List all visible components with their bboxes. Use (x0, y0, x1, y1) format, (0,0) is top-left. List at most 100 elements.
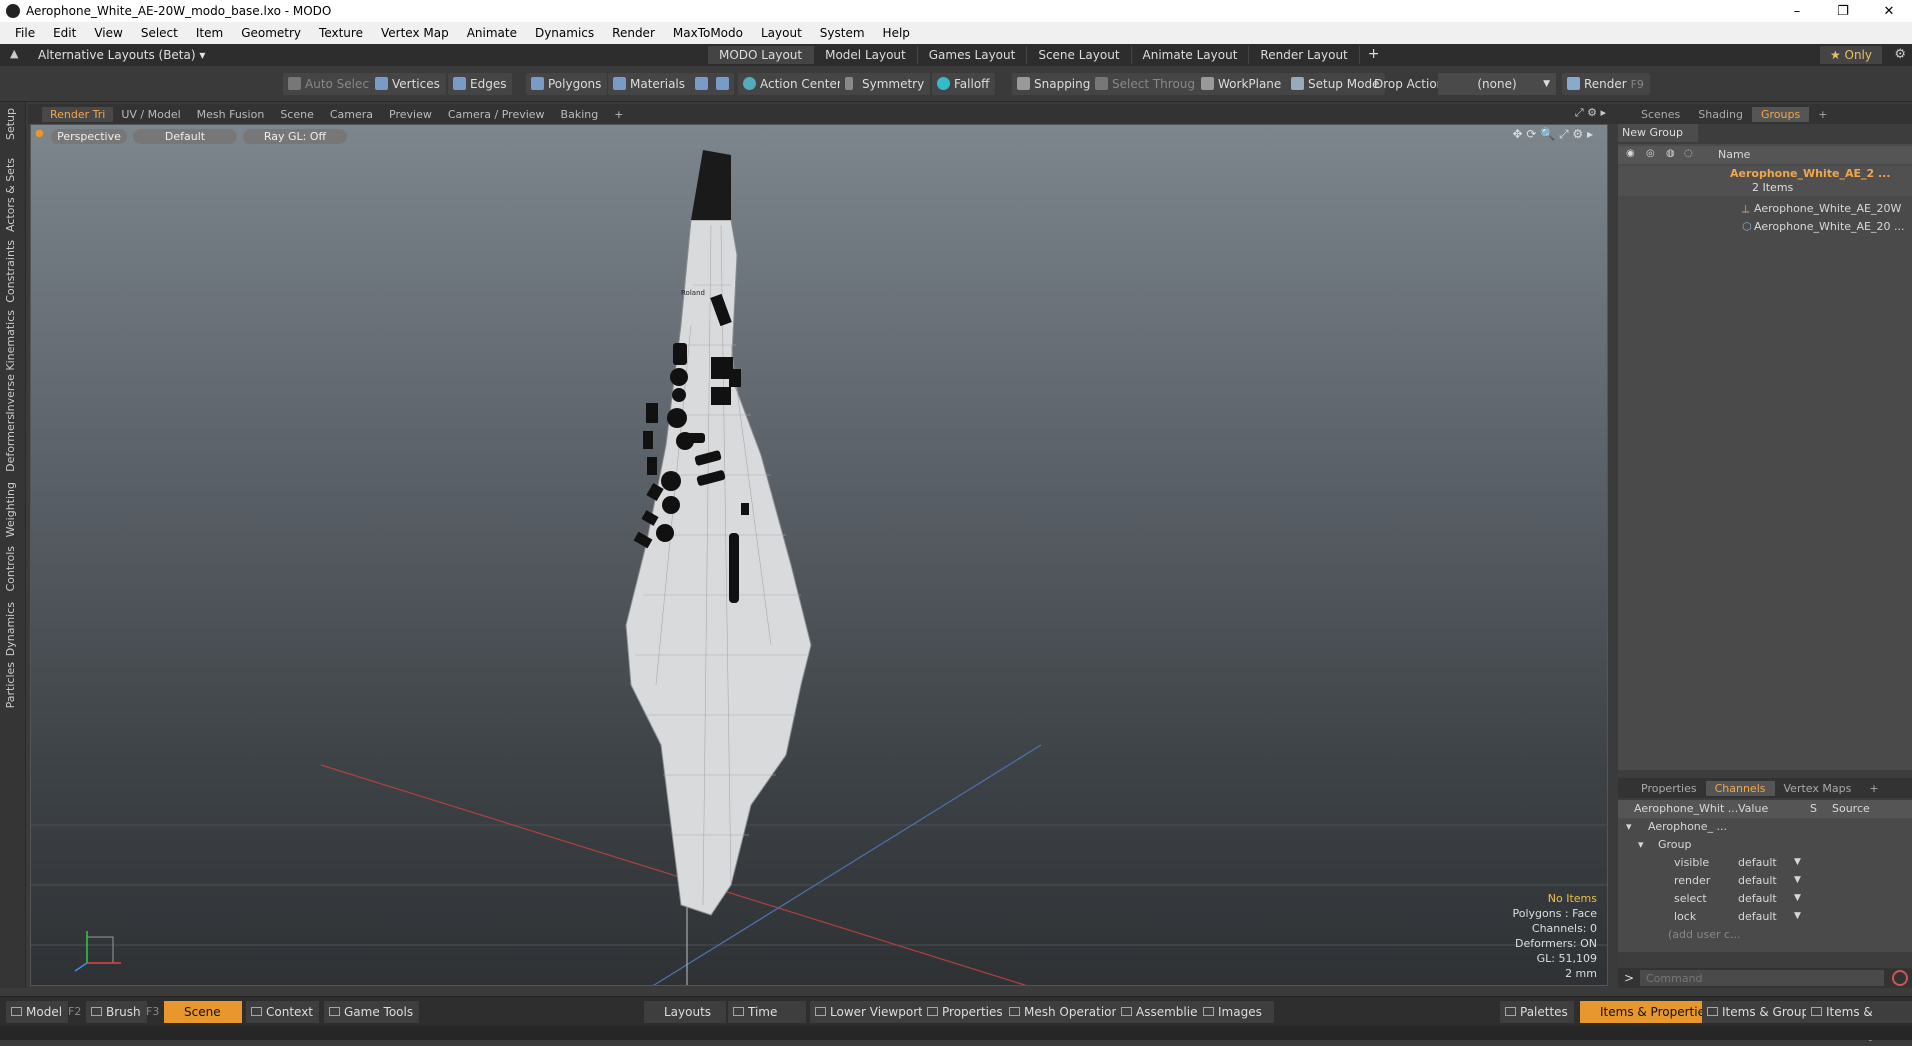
palettes-button[interactable]: Palettes (1500, 1001, 1574, 1023)
game-tools-button[interactable]: Game Tools (324, 1001, 420, 1023)
menu-geometry[interactable]: Geometry (232, 26, 310, 40)
add-panel-tab-button[interactable]: + (1809, 107, 1836, 122)
channel-tree-root[interactable]: ▾ Aerophone_ ... (1618, 818, 1912, 836)
chevron-down-icon[interactable]: ▼ (1794, 875, 1801, 885)
tab-model-layout[interactable]: Model Layout (814, 46, 918, 64)
symmetry-button[interactable]: Symmetry (840, 73, 931, 95)
expand-icon[interactable]: ▾ (1626, 820, 1632, 833)
close-button[interactable]: ✕ (1866, 4, 1912, 19)
tab-games-layout[interactable]: Games Layout (918, 46, 1028, 64)
materials-button[interactable]: Materials (608, 73, 692, 95)
tab-modo-layout[interactable]: MODO Layout (708, 46, 815, 64)
channel-row-select[interactable]: select default ▼ (1618, 890, 1912, 908)
menu-animate[interactable]: Animate (458, 26, 526, 40)
tab-uv-model[interactable]: UV / Model (113, 107, 188, 122)
tab-scenes[interactable]: Scenes (1632, 107, 1689, 122)
tab-vertex-maps[interactable]: Vertex Maps (1775, 781, 1861, 796)
items-groups-button[interactable]: Items & Groups (1702, 1001, 1822, 1023)
snapping-button[interactable]: Snapping (1012, 73, 1097, 95)
expand-icon[interactable]: ▾ (1638, 838, 1644, 851)
tab-constraints[interactable]: Constraints (4, 240, 17, 303)
group-row[interactable]: Aerophone_White_AE_2 ... 2 Items (1618, 166, 1912, 196)
render-button[interactable]: Render F9 (1562, 73, 1650, 95)
new-group-button[interactable]: New Group (1618, 124, 1698, 142)
tab-properties[interactable]: Properties (1632, 781, 1706, 796)
list-item[interactable]: ⬡ Aerophone_White_AE_20 ... (1618, 218, 1912, 236)
context-button[interactable]: Context (246, 1001, 320, 1023)
tab-deformers[interactable]: Deformers (4, 414, 17, 472)
chevron-down-icon[interactable]: ▼ (1794, 857, 1801, 867)
tab-actors-sets[interactable]: Actors & Sets (4, 158, 17, 232)
tab-setup[interactable]: Setup (4, 108, 17, 140)
add-user-channel[interactable]: (add user c... (1618, 926, 1912, 944)
items-shading-button[interactable]: Items & Shading (1806, 1001, 1912, 1041)
tab-weighting[interactable]: Weighting (4, 482, 17, 537)
brush-button[interactable]: Brush (86, 1001, 147, 1023)
workplane-button[interactable]: WorkPlane (1196, 73, 1288, 95)
only-toggle[interactable]: ★ Only (1819, 46, 1882, 64)
tab-preview[interactable]: Preview (381, 107, 440, 122)
menu-item[interactable]: Item (187, 26, 232, 40)
3d-viewport[interactable]: ● Perspective Default Ray GL: Off ✥ ⟳ 🔍 … (30, 124, 1608, 986)
lower-viewports-button[interactable]: Lower Viewports (810, 1001, 936, 1023)
assemblies-button[interactable]: Assemblies (1116, 1001, 1210, 1023)
menu-system[interactable]: System (811, 26, 874, 40)
polygons-button[interactable]: Polygons (526, 73, 608, 95)
menu-file[interactable]: File (6, 26, 44, 40)
maximize-button[interactable]: ❐ (1820, 4, 1866, 19)
channel-tree-group[interactable]: ▾ Group (1618, 836, 1912, 854)
tab-shading[interactable]: Shading (1689, 107, 1752, 122)
tab-render-tri[interactable]: Render Tri (42, 106, 114, 122)
tab-camera[interactable]: Camera (322, 107, 381, 122)
tab-mesh-fusion[interactable]: Mesh Fusion (189, 107, 273, 122)
tab-channels[interactable]: Channels (1705, 780, 1775, 796)
menu-texture[interactable]: Texture (310, 26, 372, 40)
tab-camera-preview[interactable]: Camera / Preview (440, 107, 553, 122)
menu-help[interactable]: Help (874, 26, 919, 40)
edges-button[interactable]: Edges (448, 73, 513, 95)
properties-button[interactable]: Properties (922, 1001, 1009, 1023)
command-input[interactable] (1640, 970, 1884, 986)
channel-row-render[interactable]: render default ▼ (1618, 872, 1912, 890)
channel-row-visible[interactable]: visible default ▼ (1618, 854, 1912, 872)
layouts-button[interactable]: Layouts (644, 1001, 726, 1023)
gear-icon[interactable]: ⚙ (1894, 47, 1906, 62)
alternative-layouts-dropdown[interactable]: Alternative Layouts (Beta) ▾ (38, 48, 205, 62)
tab-groups[interactable]: Groups (1751, 106, 1810, 122)
tab-inverse-kinematics[interactable]: Inverse Kinematics (4, 310, 17, 415)
record-icon[interactable] (1892, 970, 1908, 986)
menu-render[interactable]: Render (603, 26, 664, 40)
chevron-down-icon[interactable]: ▼ (1794, 893, 1801, 903)
snap-options-button[interactable] (690, 73, 734, 95)
tab-particles[interactable]: Particles (4, 662, 17, 708)
menu-maxtomodo[interactable]: MaxToModo (664, 26, 752, 40)
chevron-down-icon[interactable]: ▼ (1794, 911, 1801, 921)
falloff-button[interactable]: Falloff (932, 73, 996, 95)
channel-row-lock[interactable]: lock default ▼ (1618, 908, 1912, 926)
menu-view[interactable]: View (85, 26, 131, 40)
vertices-button[interactable]: Vertices (370, 73, 446, 95)
viewport-expand-icon[interactable]: ⤢ ⚙ ▸ (1567, 105, 1614, 121)
drop-action-select[interactable]: (none) ▼ (1438, 73, 1556, 95)
mesh-operations-button[interactable]: Mesh Operations (1004, 1001, 1132, 1023)
action-center-button[interactable]: Action Center (738, 73, 848, 95)
minimize-button[interactable]: – (1774, 4, 1820, 19)
menu-edit[interactable]: Edit (44, 26, 85, 40)
tab-scene-layout[interactable]: Scene Layout (1027, 46, 1132, 64)
add-layout-button[interactable]: + (1360, 46, 1388, 64)
time-button[interactable]: Time (728, 1001, 806, 1023)
menu-select[interactable]: Select (132, 26, 187, 40)
tab-scene[interactable]: Scene (272, 107, 322, 122)
tab-baking[interactable]: Baking (553, 107, 607, 122)
collapse-arrow-icon[interactable]: ▲ (10, 47, 18, 60)
tab-controls[interactable]: Controls (4, 546, 17, 592)
scene-button[interactable]: Scene F4 (164, 1001, 242, 1041)
auto-select-button[interactable]: Auto Select (283, 73, 380, 95)
tab-animate-layout[interactable]: Animate Layout (1132, 46, 1250, 64)
items-properties-button[interactable]: Items & Properties (1580, 1001, 1718, 1023)
model-button[interactable]: Model (6, 1001, 69, 1023)
menu-vertex-map[interactable]: Vertex Map (372, 26, 458, 40)
menu-layout[interactable]: Layout (752, 26, 811, 40)
tab-render-layout[interactable]: Render Layout (1249, 46, 1360, 64)
images-button[interactable]: Images (1198, 1001, 1274, 1023)
